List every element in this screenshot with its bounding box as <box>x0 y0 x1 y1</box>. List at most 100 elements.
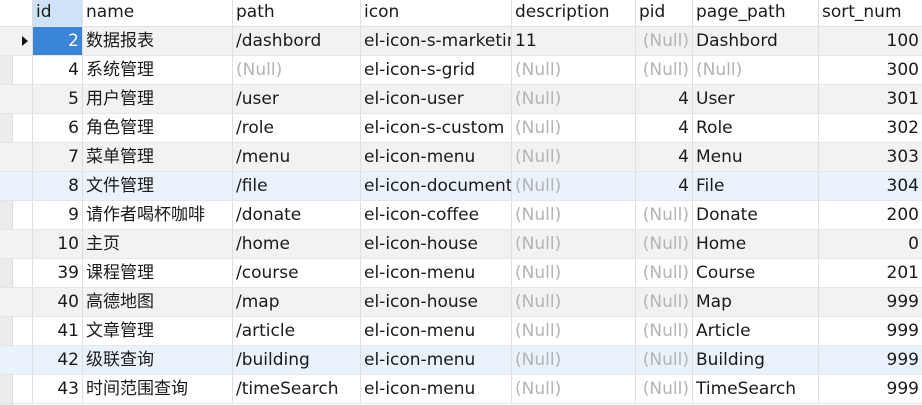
row-indicator[interactable] <box>0 288 33 316</box>
cell-path[interactable]: /map <box>233 288 361 316</box>
cell-path[interactable]: /donate <box>233 201 361 229</box>
table-row[interactable]: 5 用户管理/user el-icon-user (Null) 4 User 301 <box>0 85 922 114</box>
cell-name[interactable]: 高德地图 <box>83 288 233 316</box>
cell-pid[interactable]: 4 <box>636 114 693 142</box>
cell-path[interactable]: /dashbord <box>233 27 361 55</box>
cell-path[interactable]: /article <box>233 317 361 345</box>
cell-pid[interactable]: (Null) <box>636 317 693 345</box>
column-header-name[interactable]: name <box>83 0 233 26</box>
cell-pid[interactable]: (Null) <box>636 56 693 84</box>
cell-path[interactable]: /file <box>233 172 361 200</box>
cell-pid[interactable]: (Null) <box>636 346 693 374</box>
cell-sort-num[interactable]: 0 <box>819 230 922 258</box>
cell-id[interactable]: 39 <box>33 259 83 287</box>
cell-page-path[interactable]: Role <box>693 114 819 142</box>
cell-name[interactable]: 用户管理 <box>83 85 233 113</box>
cell-id[interactable]: 42 <box>33 346 83 374</box>
cell-name[interactable]: 级联查询 <box>83 346 233 374</box>
cell-name[interactable]: 系统管理 <box>83 56 233 84</box>
cell-page-path[interactable]: Building <box>693 346 819 374</box>
cell-icon[interactable]: el-icon-house <box>361 230 512 258</box>
cell-path[interactable]: /user <box>233 85 361 113</box>
cell-name[interactable]: 角色管理 <box>83 114 233 142</box>
cell-path[interactable]: /building <box>233 346 361 374</box>
cell-sort-num[interactable]: 999 <box>819 346 922 374</box>
row-indicator[interactable] <box>0 346 33 374</box>
table-row[interactable]: 39 课程管理/course el-icon-menu (Null) (Null) Cou… <box>0 259 922 288</box>
row-indicator[interactable] <box>0 56 33 84</box>
row-indicator[interactable] <box>0 143 33 171</box>
row-indicator[interactable] <box>0 114 33 142</box>
cell-description[interactable]: (Null) <box>512 230 636 258</box>
cell-name[interactable]: 菜单管理 <box>83 143 233 171</box>
cell-name[interactable]: 文件管理 <box>83 172 233 200</box>
table-row[interactable]: 40 高德地图/map el-icon-house (Null) (Null) Map 99… <box>0 288 922 317</box>
cell-sort-num[interactable]: 999 <box>819 375 922 403</box>
cell-pid[interactable]: 4 <box>636 172 693 200</box>
cell-description[interactable]: 11 <box>512 27 636 55</box>
cell-id[interactable]: 4 <box>33 56 83 84</box>
cell-id[interactable]: 8 <box>33 172 83 200</box>
cell-pid[interactable]: (Null) <box>636 27 693 55</box>
cell-description[interactable]: (Null) <box>512 85 636 113</box>
cell-pid[interactable]: (Null) <box>636 375 693 403</box>
cell-description[interactable]: (Null) <box>512 143 636 171</box>
cell-sort-num[interactable]: 304 <box>819 172 922 200</box>
cell-pid[interactable]: 4 <box>636 85 693 113</box>
column-header-pid[interactable]: pid <box>636 0 693 26</box>
cell-icon[interactable]: el-icon-menu <box>361 346 512 374</box>
cell-path[interactable]: /role <box>233 114 361 142</box>
column-header-id[interactable]: id <box>33 0 83 26</box>
cell-page-path[interactable]: User <box>693 85 819 113</box>
row-indicator[interactable] <box>0 317 33 345</box>
cell-page-path[interactable]: File <box>693 172 819 200</box>
cell-sort-num[interactable]: 999 <box>819 288 922 316</box>
row-indicator[interactable] <box>0 27 33 55</box>
cell-pid[interactable]: (Null) <box>636 259 693 287</box>
cell-icon[interactable]: el-icon-house <box>361 288 512 316</box>
table-row[interactable]: 6 角色管理/role el-icon-s-custom (Null) 4 Role 302 <box>0 114 922 143</box>
cell-name[interactable]: 文章管理 <box>83 317 233 345</box>
cell-pid[interactable]: (Null) <box>636 288 693 316</box>
table-row[interactable]: 41 文章管理/article el-icon-menu (Null) (Null) Ar… <box>0 317 922 346</box>
cell-icon[interactable]: el-icon-coffee <box>361 201 512 229</box>
cell-sort-num[interactable]: 300 <box>819 56 922 84</box>
cell-page-path[interactable]: (Null) <box>693 56 819 84</box>
cell-description[interactable]: (Null) <box>512 201 636 229</box>
cell-sort-num[interactable]: 100 <box>819 27 922 55</box>
cell-pid[interactable]: (Null) <box>636 201 693 229</box>
cell-icon[interactable]: el-icon-menu <box>361 259 512 287</box>
cell-page-path[interactable]: Map <box>693 288 819 316</box>
cell-id[interactable]: 6 <box>33 114 83 142</box>
cell-page-path[interactable]: Home <box>693 230 819 258</box>
cell-description[interactable]: (Null) <box>512 317 636 345</box>
cell-description[interactable]: (Null) <box>512 259 636 287</box>
cell-description[interactable]: (Null) <box>512 172 636 200</box>
cell-name[interactable]: 请作者喝杯咖啡 <box>83 201 233 229</box>
table-row[interactable]: 43 时间范围查询/timeSearch el-icon-menu (Null) (Nu… <box>0 375 922 404</box>
table-row[interactable]: 8 文件管理/file el-icon-document (Null) 4 File 304 <box>0 172 922 201</box>
cell-icon[interactable]: el-icon-s-marketin <box>361 27 512 55</box>
cell-description[interactable]: (Null) <box>512 375 636 403</box>
cell-page-path[interactable]: Course <box>693 259 819 287</box>
cell-description[interactable]: (Null) <box>512 114 636 142</box>
row-indicator[interactable] <box>0 85 33 113</box>
cell-path[interactable]: (Null) <box>233 56 361 84</box>
column-header-page-path[interactable]: page_path <box>693 0 819 26</box>
column-header-icon[interactable]: icon <box>361 0 512 26</box>
cell-pid[interactable]: 4 <box>636 143 693 171</box>
cell-path[interactable]: /timeSearch <box>233 375 361 403</box>
cell-page-path[interactable]: TimeSearch <box>693 375 819 403</box>
cell-name[interactable]: 时间范围查询 <box>83 375 233 403</box>
column-header-sort-num[interactable]: sort_num <box>819 0 922 26</box>
cell-sort-num[interactable]: 999 <box>819 317 922 345</box>
table-row[interactable]: 2 数据报表/dashbord el-icon-s-marketin 11 (Null)… <box>0 27 922 56</box>
cell-sort-num[interactable]: 200 <box>819 201 922 229</box>
row-indicator[interactable] <box>0 375 33 403</box>
cell-id[interactable]: 41 <box>33 317 83 345</box>
row-indicator[interactable] <box>0 230 33 258</box>
cell-id[interactable]: 43 <box>33 375 83 403</box>
cell-icon[interactable]: el-icon-user <box>361 85 512 113</box>
cell-id[interactable]: 40 <box>33 288 83 316</box>
table-row[interactable]: 42 级联查询/building el-icon-menu (Null) (Null) B… <box>0 346 922 375</box>
